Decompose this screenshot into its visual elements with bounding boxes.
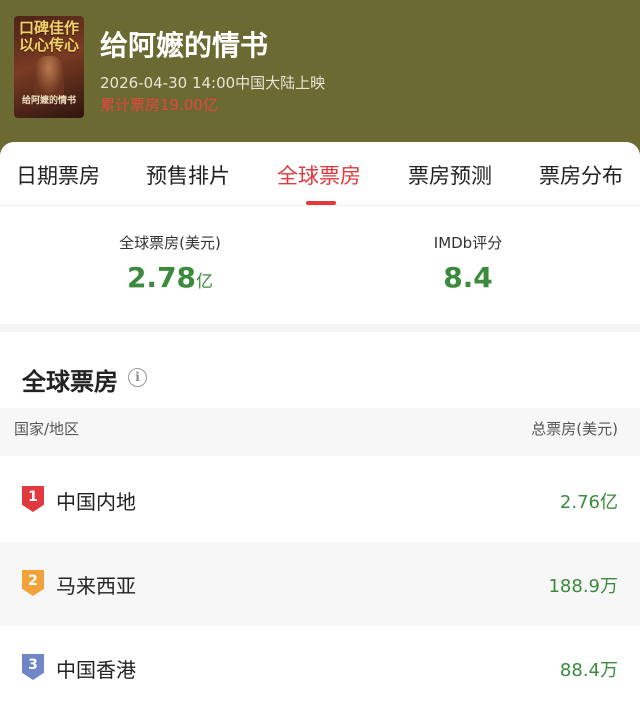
section-divider — [0, 324, 640, 332]
section-title: 全球票房 — [22, 368, 118, 396]
tab-global-box-office[interactable]: 全球票房 — [277, 160, 361, 190]
table-row[interactable]: 3 中国香港 88.4万 — [0, 626, 640, 710]
movie-header: 口碑佳作 以心传心 给阿嬷的情书 给阿嬷的情书 2026-04-30 14:00… — [0, 0, 640, 160]
column-region-header: 国家/地区 — [14, 420, 80, 438]
tab-box-office-forecast[interactable]: 票房预测 — [408, 160, 492, 190]
column-total-header: 总票房(美元) — [531, 420, 618, 438]
cumulative-box-office: 累计票房19.00亿 — [100, 96, 218, 114]
table-header: 国家/地区 总票房(美元) — [0, 408, 640, 456]
global-box-office-unit: 亿 — [196, 272, 214, 292]
tab-daily-box-office[interactable]: 日期票房 — [16, 160, 100, 190]
imdb-stat: IMDb评分 8.4 — [348, 232, 588, 294]
movie-title: 给阿嬷的情书 — [100, 29, 269, 62]
global-box-office-number: 2.78 — [126, 261, 197, 294]
table-row[interactable]: 1 中国内地 2.76亿 — [0, 458, 640, 542]
global-box-office-label: 全球票房(美元) — [119, 234, 221, 252]
tab-box-office-distribution[interactable]: 票房分布 — [539, 160, 623, 190]
region-name: 中国香港 — [56, 658, 136, 682]
active-tab-indicator — [306, 201, 336, 205]
rank-badge-icon: 1 — [22, 486, 44, 512]
imdb-label: IMDb评分 — [433, 234, 503, 252]
poster-figure — [34, 56, 64, 96]
movie-poster[interactable]: 口碑佳作 以心传心 给阿嬷的情书 — [14, 16, 84, 118]
info-icon[interactable]: i — [128, 368, 147, 387]
region-box-office: 88.4万 — [559, 660, 618, 681]
global-box-office-value: 2.78亿 — [50, 261, 290, 294]
region-box-office: 188.9万 — [548, 576, 618, 597]
region-box-office: 2.76亿 — [559, 492, 618, 513]
release-info: 2026-04-30 14:00中国大陆上映 — [100, 74, 326, 92]
tab-bar: 日期票房 预售排片 全球票房 票房预测 票房分布 — [0, 142, 640, 206]
region-name: 中国内地 — [56, 490, 136, 514]
tab-presale-schedule[interactable]: 预售排片 — [146, 160, 230, 190]
poster-title: 给阿嬷的情书 — [21, 96, 76, 106]
summary-panel: 全球票房(美元) 2.78亿 IMDb评分 8.4 — [0, 206, 640, 324]
imdb-value: 8.4 — [443, 261, 493, 294]
rank-badge-icon: 3 — [22, 654, 44, 680]
poster-slogan: 口碑佳作 以心传心 — [18, 20, 80, 54]
rank-badge-icon: 2 — [22, 570, 44, 596]
poster-slogan-line1: 口碑佳作 — [18, 19, 79, 37]
global-box-office-stat: 全球票房(美元) 2.78亿 — [50, 232, 290, 294]
region-name: 马来西亚 — [56, 574, 136, 598]
poster-slogan-line2: 以心传心 — [18, 36, 79, 54]
table-row[interactable]: 2 马来西亚 188.9万 — [0, 542, 640, 626]
